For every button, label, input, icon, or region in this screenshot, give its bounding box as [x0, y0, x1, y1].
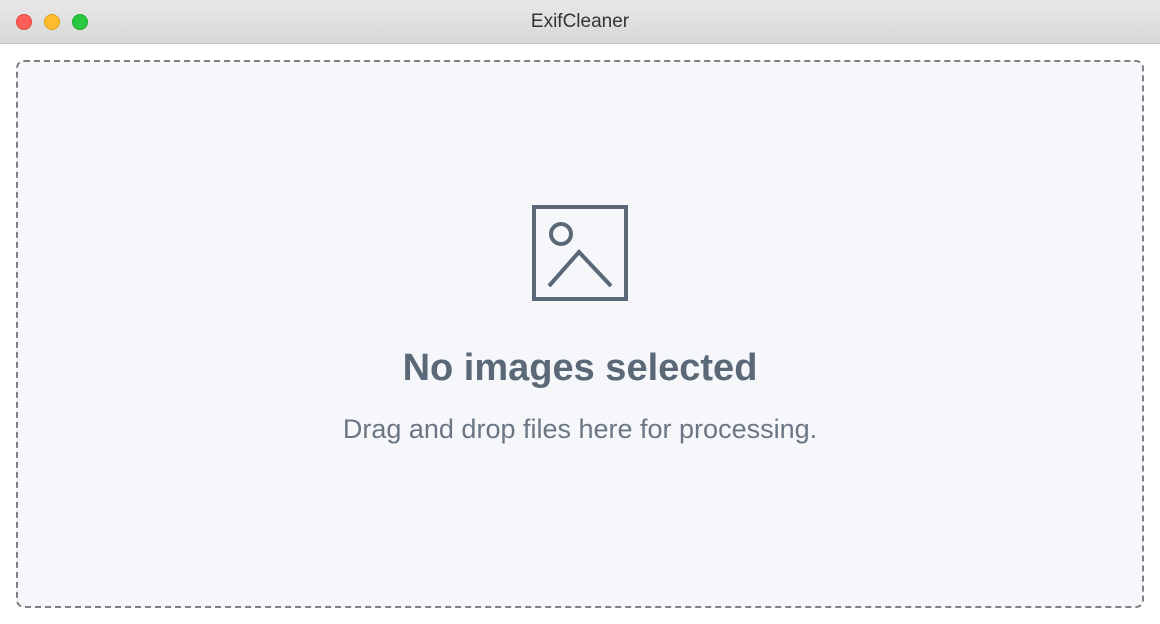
- maximize-window-button[interactable]: [72, 14, 88, 30]
- traffic-lights: [0, 14, 88, 30]
- file-dropzone[interactable]: No images selected Drag and drop files h…: [16, 60, 1144, 608]
- content-area: No images selected Drag and drop files h…: [0, 44, 1160, 624]
- minimize-window-button[interactable]: [44, 14, 60, 30]
- empty-state-subtext: Drag and drop files here for processing.: [343, 414, 817, 445]
- empty-state-heading: No images selected: [403, 347, 758, 390]
- close-window-button[interactable]: [16, 14, 32, 30]
- image-placeholder-icon: [531, 204, 629, 307]
- window-title: ExifCleaner: [531, 11, 629, 33]
- window-titlebar: ExifCleaner: [0, 0, 1160, 44]
